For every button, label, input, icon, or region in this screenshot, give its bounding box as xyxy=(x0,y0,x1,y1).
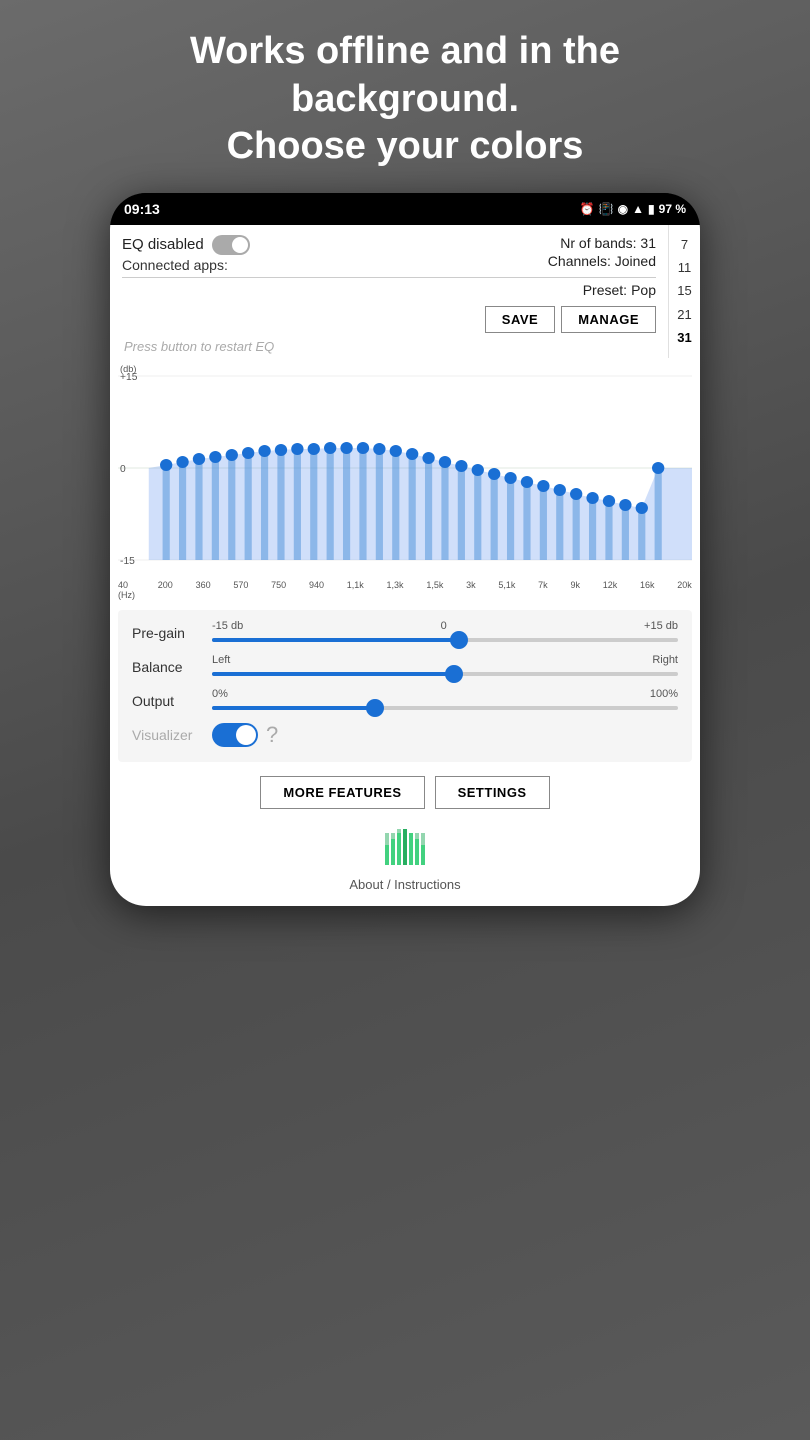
status-bar: 09:13 ⏰ 📳 ◉ ▲ ▮ 97 % xyxy=(110,193,700,225)
pregain-range: -15 db 0 +15 db xyxy=(212,620,678,632)
pregain-label: Pre-gain xyxy=(132,625,212,641)
app-icon[interactable] xyxy=(381,825,429,873)
freq-labels: 40(Hz) 200 360 570 750 940 1,1k 1,3k 1,5… xyxy=(110,578,700,604)
balance-row: Balance Left Right xyxy=(132,654,678,680)
signal-icon: ▲ xyxy=(632,202,644,216)
bands-option-7[interactable]: 7 xyxy=(681,233,688,256)
balance-track[interactable] xyxy=(212,672,678,676)
output-fill xyxy=(212,706,375,710)
connected-apps: Connected apps: xyxy=(122,257,250,273)
eq-left-top: EQ disabled Connected apps: xyxy=(122,235,250,273)
balance-label: Balance xyxy=(132,659,212,675)
output-thumb[interactable] xyxy=(366,699,384,717)
bands-selector[interactable]: 7 11 15 21 31 xyxy=(668,225,700,358)
visualizer-help-icon[interactable]: ? xyxy=(266,722,278,748)
bands-option-11[interactable]: 11 xyxy=(678,256,692,279)
app-content: EQ disabled Connected apps: Nr of bands:… xyxy=(110,225,700,906)
svg-text:-15: -15 xyxy=(120,556,135,567)
wifi-icon: ◉ xyxy=(618,202,628,216)
output-label: Output xyxy=(132,693,212,709)
visualizer-label: Visualizer xyxy=(132,727,212,743)
balance-fill xyxy=(212,672,454,676)
save-manage-row: SAVE MANAGE xyxy=(110,302,668,337)
about-link[interactable]: About / Instructions xyxy=(349,877,460,892)
pregain-fill xyxy=(212,638,459,642)
manage-button[interactable]: MANAGE xyxy=(561,306,656,333)
eq-top-section: EQ disabled Connected apps: Nr of bands:… xyxy=(110,225,668,277)
balance-container: Left Right xyxy=(212,654,678,680)
eq-right-top: Nr of bands: 31 Channels: Joined xyxy=(548,235,656,269)
eq-chart: +15 (db) 0 -15 xyxy=(118,358,692,578)
bands-option-31[interactable]: 31 xyxy=(677,326,691,349)
output-track[interactable] xyxy=(212,706,678,710)
pregain-container: -15 db 0 +15 db xyxy=(212,620,678,646)
pregain-thumb[interactable] xyxy=(450,631,468,649)
channels: Channels: Joined xyxy=(548,253,656,269)
top-area: EQ disabled Connected apps: Nr of bands:… xyxy=(110,225,700,358)
output-range: 0% 100% xyxy=(212,688,678,700)
bottom-buttons: MORE FEATURES SETTINGS xyxy=(110,768,700,819)
headline: Works offline and in the background. Cho… xyxy=(150,0,660,193)
status-time: 09:13 xyxy=(124,201,160,217)
nr-bands: Nr of bands: 31 xyxy=(560,235,656,251)
settings-button[interactable]: SETTINGS xyxy=(435,776,550,809)
output-row: Output 0% 100% xyxy=(132,688,678,714)
pregain-track[interactable] xyxy=(212,638,678,642)
sliders-section: Pre-gain -15 db 0 +15 db Balance xyxy=(118,610,692,762)
output-container: 0% 100% xyxy=(212,688,678,714)
preset-row: Preset: Pop xyxy=(110,278,668,302)
visualizer-row: Visualizer ? xyxy=(132,722,678,748)
save-button[interactable]: SAVE xyxy=(485,306,555,333)
phone-frame: 09:13 ⏰ 📳 ◉ ▲ ▮ 97 % EQ disabled xyxy=(110,193,700,906)
eq-chart-wrapper[interactable]: +15 (db) 0 -15 xyxy=(118,358,692,578)
vibrate-icon: 📳 xyxy=(599,202,614,216)
status-icons: ⏰ 📳 ◉ ▲ ▮ 97 % xyxy=(580,202,686,216)
pregain-row: Pre-gain -15 db 0 +15 db xyxy=(132,620,678,646)
eq-toggle[interactable] xyxy=(212,235,250,255)
visualizer-toggle[interactable] xyxy=(212,723,258,747)
bands-option-15[interactable]: 15 xyxy=(677,279,691,302)
battery-icon: ▮ xyxy=(648,202,655,216)
about-section: About / Instructions xyxy=(110,819,700,906)
balance-thumb[interactable] xyxy=(445,665,463,683)
main-top-content: EQ disabled Connected apps: Nr of bands:… xyxy=(110,225,668,358)
svg-text:0: 0 xyxy=(120,464,126,475)
alarm-icon: ⏰ xyxy=(580,202,595,216)
balance-range: Left Right xyxy=(212,654,678,666)
battery-percent: 97 % xyxy=(659,202,686,216)
svg-text:(db): (db) xyxy=(120,364,136,374)
more-features-button[interactable]: MORE FEATURES xyxy=(260,776,424,809)
restart-text: Press button to restart EQ xyxy=(110,337,668,358)
eq-label: EQ disabled xyxy=(122,235,250,255)
bands-option-21[interactable]: 21 xyxy=(677,303,691,326)
